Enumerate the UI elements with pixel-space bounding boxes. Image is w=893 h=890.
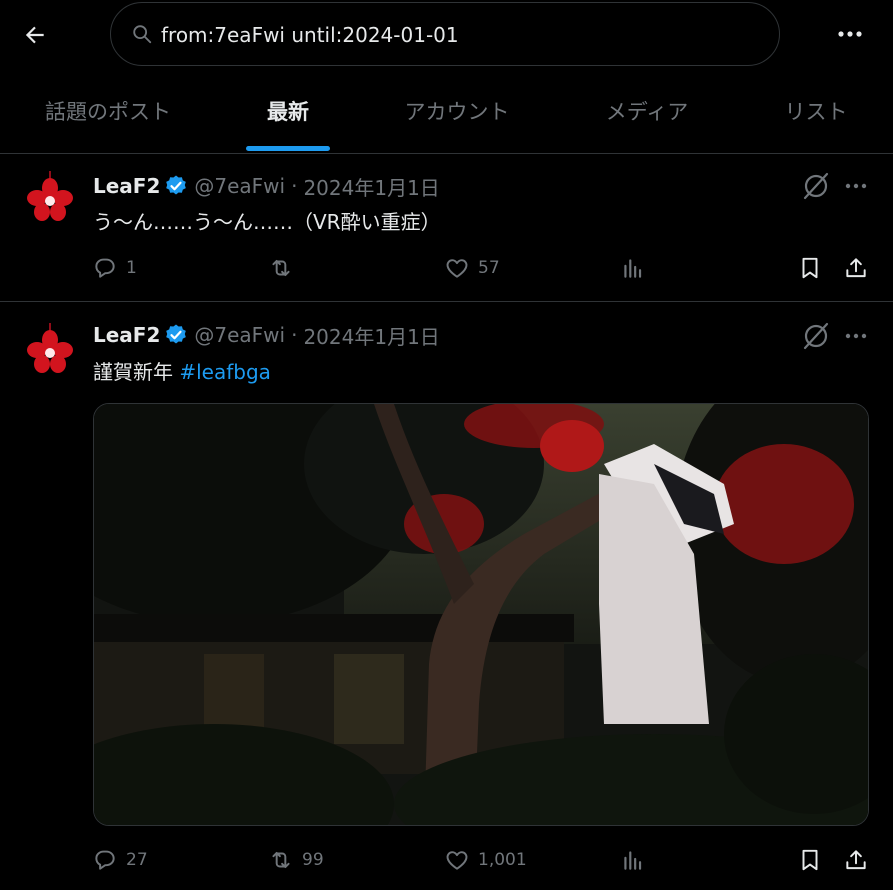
grok-icon xyxy=(803,172,829,200)
author-name[interactable]: LeaF2 xyxy=(93,323,160,347)
flower-avatar-icon xyxy=(27,171,73,221)
author-name[interactable]: LeaF2 xyxy=(93,174,160,198)
views-button[interactable] xyxy=(620,840,646,880)
repost-button[interactable]: 99 xyxy=(268,840,324,880)
tab-top[interactable]: 話題のポスト xyxy=(20,68,196,154)
grok-button[interactable] xyxy=(800,170,832,202)
post-text: 謹賀新年 #leafbga xyxy=(93,356,271,385)
more-icon xyxy=(845,333,867,339)
post-header: LeaF2 @7eaFwi · 2024年1月1日 xyxy=(93,320,440,350)
search-input[interactable]: from:7eaFwi until:2024-01-01 xyxy=(110,2,780,66)
post-actions: 1 57 xyxy=(0,248,893,288)
post-more-button[interactable] xyxy=(840,170,872,202)
tab-lists[interactable]: リスト xyxy=(770,68,862,154)
tab-accounts[interactable]: アカウント xyxy=(392,68,522,154)
post-header: LeaF2 @7eaFwi · 2024年1月1日 xyxy=(93,171,440,201)
post-actions: 27 99 1,001 xyxy=(0,840,893,880)
avatar[interactable] xyxy=(18,166,82,230)
more-icon xyxy=(838,31,862,37)
like-count: 57 xyxy=(478,258,500,278)
active-tab-indicator xyxy=(246,146,330,151)
flower-avatar-icon xyxy=(27,323,73,373)
search-tabs: 話題のポスト 最新 アカウント メディア リスト xyxy=(0,68,893,154)
bookmark-button[interactable] xyxy=(797,248,823,288)
author-handle[interactable]: @7eaFwi xyxy=(194,323,285,347)
share-icon xyxy=(846,258,866,278)
separator: · xyxy=(291,323,298,347)
post-more-button[interactable] xyxy=(840,320,872,352)
views-icon xyxy=(624,259,642,278)
views-icon xyxy=(624,851,642,870)
like-icon xyxy=(446,851,468,870)
like-icon xyxy=(446,259,468,278)
verified-badge-icon xyxy=(166,175,187,195)
reply-button[interactable]: 1 xyxy=(92,248,137,288)
search-icon xyxy=(133,25,152,44)
reply-button[interactable]: 27 xyxy=(92,840,148,880)
hashtag-link[interactable]: #leafbga xyxy=(179,360,271,384)
like-count: 1,001 xyxy=(478,850,527,870)
author-handle[interactable]: @7eaFwi xyxy=(194,174,285,198)
avatar[interactable] xyxy=(18,318,82,382)
repost-count: 99 xyxy=(302,850,324,870)
bookmark-button[interactable] xyxy=(797,840,823,880)
grok-button[interactable] xyxy=(800,320,832,352)
post-date[interactable]: 2024年1月1日 xyxy=(303,321,439,350)
post-item[interactable]: LeaF2 @7eaFwi · 2024年1月1日 う～ん……う～ん……（VR酔… xyxy=(0,154,893,302)
repost-icon xyxy=(272,851,290,869)
reply-count: 27 xyxy=(126,850,148,870)
more-icon xyxy=(845,183,867,189)
grok-icon xyxy=(803,322,829,350)
like-button[interactable]: 57 xyxy=(444,248,500,288)
post-image[interactable] xyxy=(93,403,869,826)
repost-icon xyxy=(272,259,290,277)
back-button[interactable] xyxy=(14,14,56,56)
reply-icon xyxy=(95,258,115,278)
post-text: う～ん……う～ん……（VR酔い重症） xyxy=(93,210,441,234)
post-date[interactable]: 2024年1月1日 xyxy=(303,172,439,201)
search-header: from:7eaFwi until:2024-01-01 xyxy=(0,0,893,68)
post-image-scene xyxy=(94,404,868,825)
search-query: from:7eaFwi until:2024-01-01 xyxy=(161,23,459,47)
views-button[interactable] xyxy=(620,248,646,288)
reply-icon xyxy=(95,850,115,870)
tab-latest[interactable]: 最新 xyxy=(246,68,330,154)
share-icon xyxy=(846,850,866,870)
bookmark-icon xyxy=(802,849,818,871)
verified-badge-icon xyxy=(166,324,187,344)
repost-button[interactable] xyxy=(268,248,302,288)
back-arrow-icon xyxy=(25,26,44,44)
tab-media[interactable]: メディア xyxy=(590,68,704,154)
bookmark-icon xyxy=(802,257,818,279)
separator: · xyxy=(291,174,298,198)
more-options-button[interactable] xyxy=(830,16,870,52)
reply-count: 1 xyxy=(126,258,137,278)
post-body: 謹賀新年 xyxy=(93,360,180,384)
share-button[interactable] xyxy=(843,248,869,288)
like-button[interactable]: 1,001 xyxy=(444,840,527,880)
share-button[interactable] xyxy=(843,840,869,880)
